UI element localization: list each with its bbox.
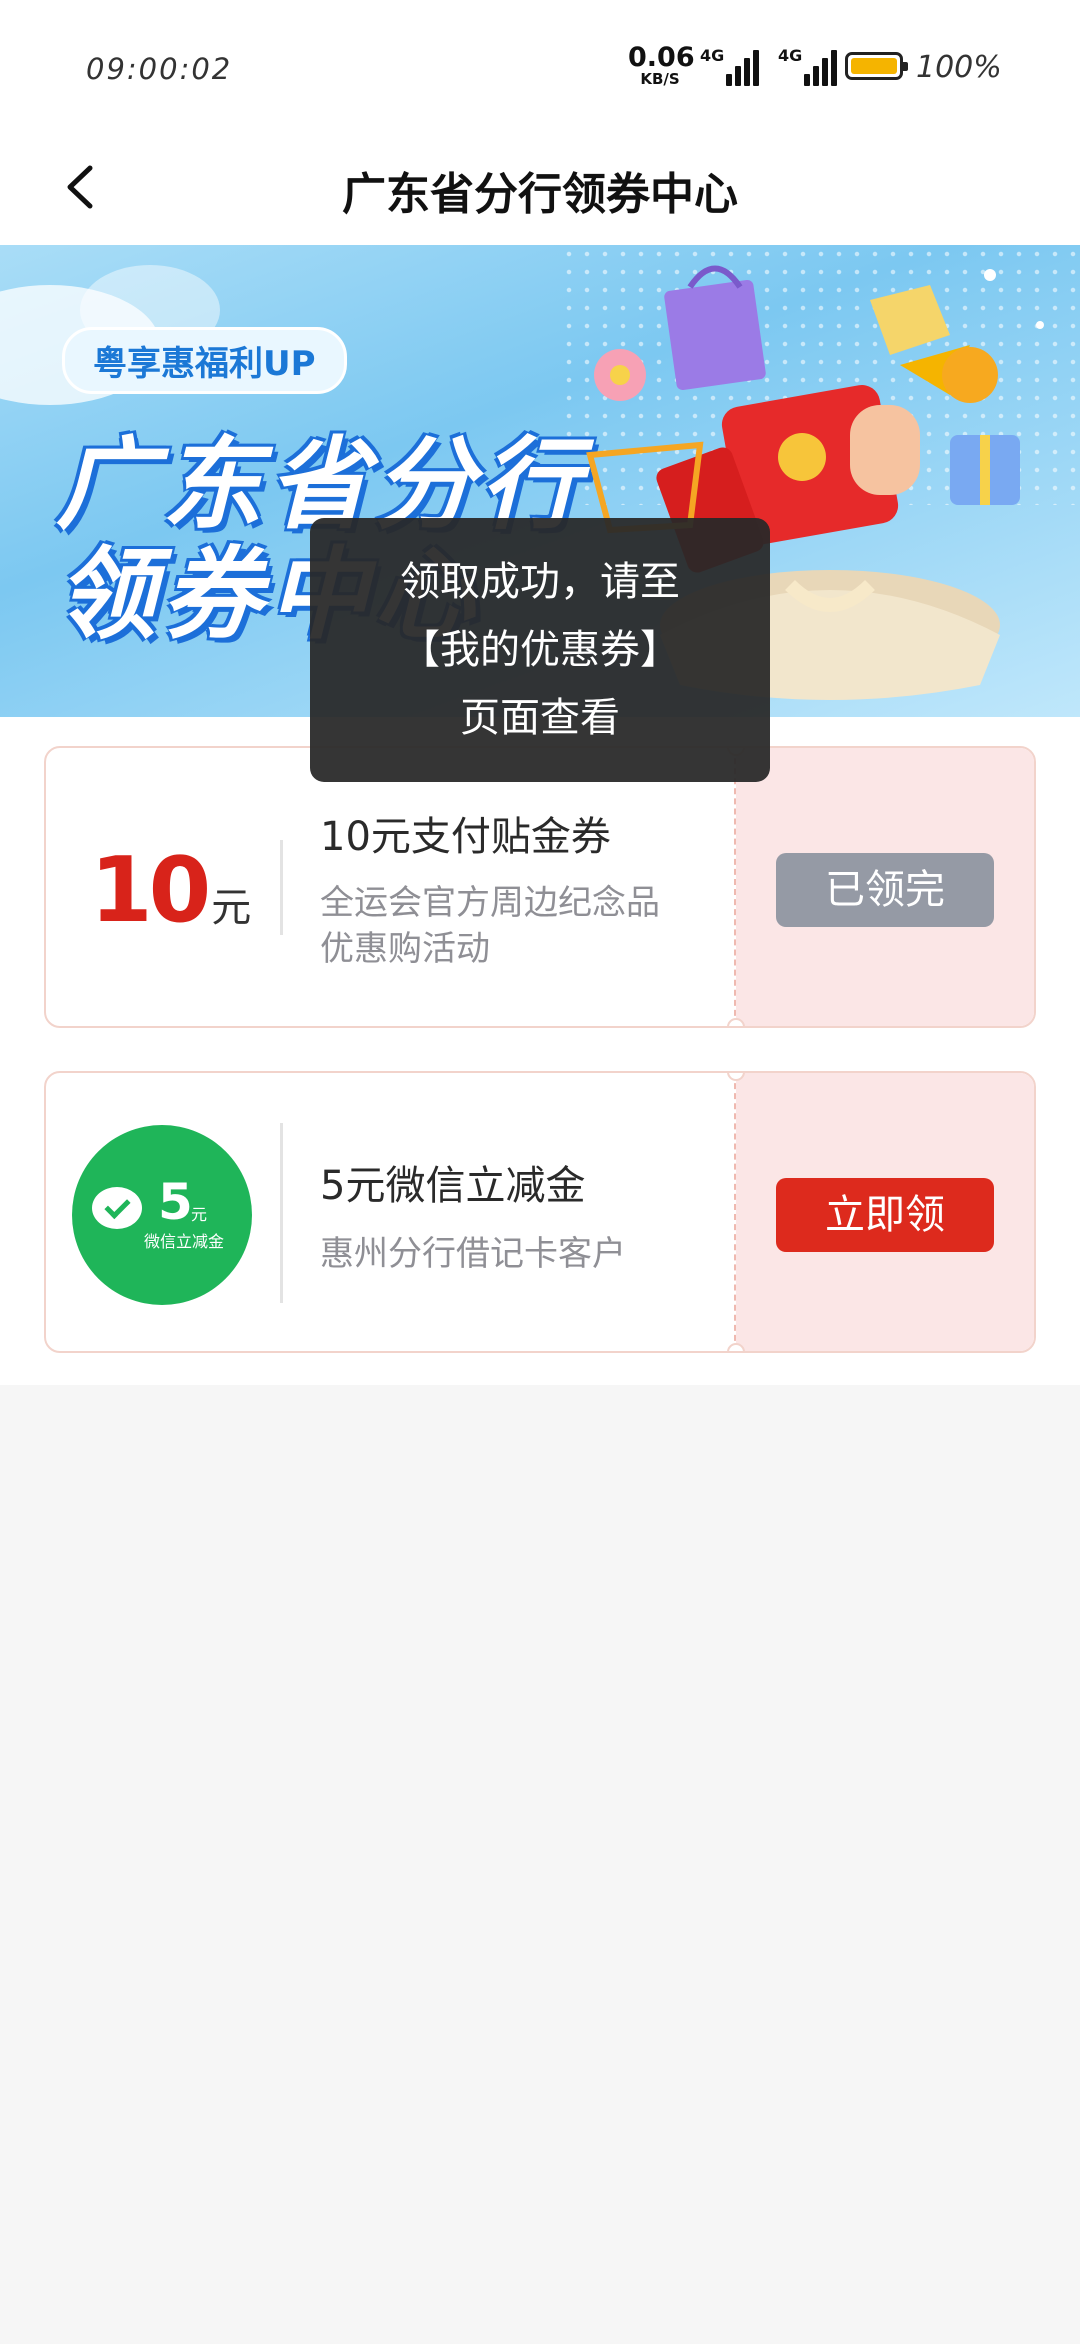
wechat-coupon-badge: 5 元 微信立减金: [72, 1125, 252, 1305]
coupon-title: 5元微信立减金: [320, 1163, 586, 1209]
coupon-desc-line2: 优惠购活动: [320, 929, 490, 969]
network-speed-unit: KB/S: [640, 70, 680, 88]
coupon-desc: 惠州分行借记卡客户: [320, 1234, 626, 1274]
badge-amount: 5: [158, 1173, 193, 1231]
badge-unit: 元: [191, 1205, 208, 1224]
network-speed-value: 0.06: [628, 42, 695, 73]
battery-percent: 100%: [916, 50, 1002, 85]
coupon-divider: [280, 840, 283, 935]
signal-tag-2: 4G: [778, 46, 803, 65]
banner-tag: 粤享惠福利UP: [62, 327, 347, 394]
network-speed: 0.06 KB/S: [628, 42, 695, 88]
page-title: 广东省分行领券中心: [342, 169, 738, 220]
badge-label: 微信立减金: [144, 1232, 225, 1251]
status-bar: 09:00:02 0.06 KB/S 4G 4G 100%: [0, 0, 1080, 130]
signal-tag: 4G: [700, 46, 725, 65]
battery-icon: [845, 52, 908, 80]
coupon-card-2: 5 元 微信立减金 5元微信立减金 惠州分行借记卡客户 立即领: [44, 1071, 1036, 1353]
success-toast: 领取成功，请至 【我的优惠券】 页面查看: [310, 518, 770, 782]
toast-line-3: 页面查看: [460, 695, 620, 741]
coupon-amount-value: 10: [90, 838, 211, 943]
coupon-title: 10元支付贴金券: [320, 814, 611, 860]
coupon-amount-unit: 元: [211, 885, 252, 931]
claim-now-button[interactable]: 立即领: [776, 1178, 994, 1252]
coupon-desc-line1: 全运会官方周边纪念品: [320, 883, 660, 923]
toast-line-1: 领取成功，请至: [400, 559, 680, 605]
coupon-amount: 10 元: [90, 838, 251, 943]
status-time: 09:00:02: [86, 52, 233, 86]
navigation-bar: 广东省分行领券中心: [0, 130, 1080, 245]
coupon-divider: [280, 1123, 283, 1303]
coupon-card-1: 10 元 10元支付贴金券 全运会官方周边纪念品 优惠购活动 已领完: [44, 746, 1036, 1028]
signal-icon: 4G: [700, 46, 762, 86]
claimed-out-button[interactable]: 已领完: [776, 853, 994, 927]
signal-icon-2: 4G: [778, 46, 840, 86]
toast-line-2: 【我的优惠券】: [400, 627, 680, 673]
